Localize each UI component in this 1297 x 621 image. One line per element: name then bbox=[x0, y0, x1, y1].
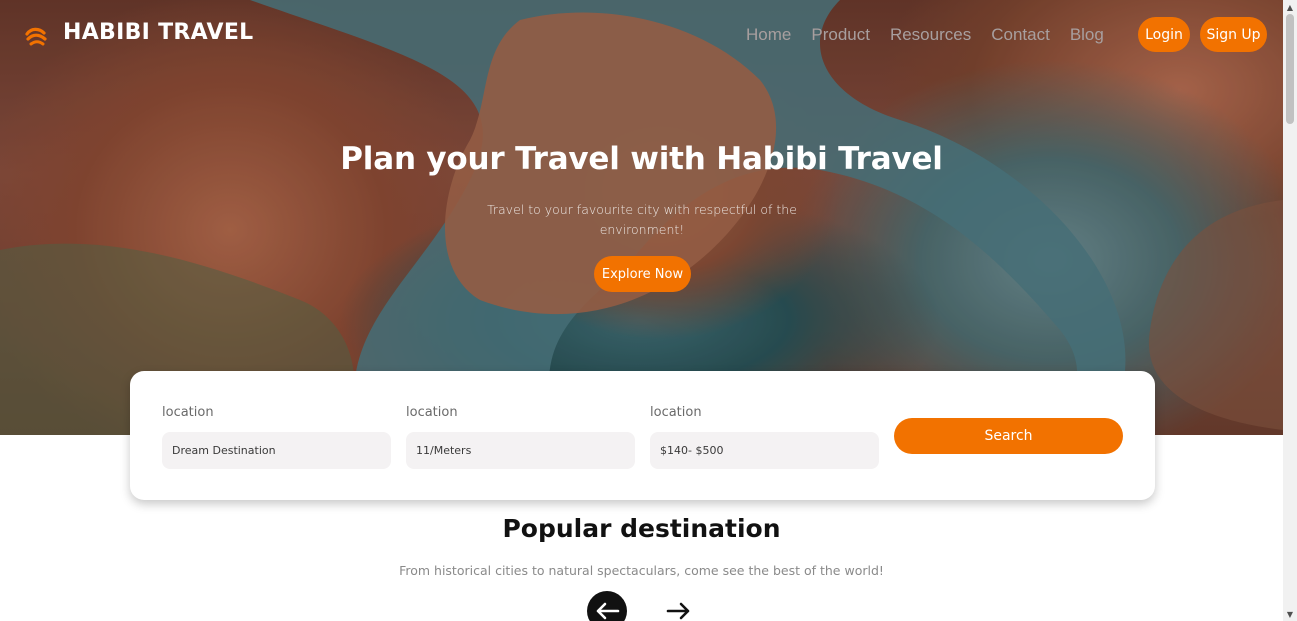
logo-swirl-icon[interactable] bbox=[24, 24, 48, 48]
distance-input[interactable]: 11/Meters bbox=[406, 432, 635, 469]
popular-destination-subtitle: From historical cities to natural specta… bbox=[399, 563, 884, 578]
login-button[interactable]: Login bbox=[1138, 17, 1190, 52]
nav-link-resources[interactable]: Resources bbox=[890, 24, 971, 46]
search-card: location Dream Destination location 11/M… bbox=[130, 371, 1155, 500]
search-button[interactable]: Search bbox=[894, 418, 1123, 454]
destination-input[interactable]: Dream Destination bbox=[162, 432, 391, 469]
carousel-prev-button[interactable] bbox=[587, 591, 627, 621]
nav-link-contact[interactable]: Contact bbox=[991, 24, 1050, 46]
signup-button[interactable]: Sign Up bbox=[1200, 17, 1267, 52]
price-field-group: location $140- $500 bbox=[650, 405, 879, 469]
scrollbar-thumb[interactable] bbox=[1286, 14, 1294, 124]
price-input[interactable]: $140- $500 bbox=[650, 432, 879, 469]
distance-label: location bbox=[406, 405, 458, 420]
scroll-up-icon[interactable]: ▲ bbox=[1283, 0, 1297, 14]
top-navbar: HABIBI TRAVEL Home Product Resources Con… bbox=[0, 0, 1283, 70]
destination-field-group: location Dream Destination bbox=[162, 405, 391, 469]
arrow-right-icon bbox=[666, 602, 690, 620]
explore-now-button[interactable]: Explore Now bbox=[594, 256, 691, 292]
hero-subtitle: Travel to your favourite city with respe… bbox=[487, 202, 797, 237]
page-scrollbar[interactable]: ▲ ▼ bbox=[1283, 0, 1297, 621]
destination-label: location bbox=[162, 405, 214, 420]
nav-link-blog[interactable]: Blog bbox=[1070, 24, 1104, 46]
scroll-down-icon[interactable]: ▼ bbox=[1283, 607, 1297, 621]
nav-link-product[interactable]: Product bbox=[811, 24, 870, 46]
price-label: location bbox=[650, 405, 702, 420]
popular-destination-title: Popular destination bbox=[502, 514, 781, 543]
carousel-next-button[interactable] bbox=[659, 591, 699, 621]
distance-field-group: location 11/Meters bbox=[406, 405, 635, 469]
brand-name[interactable]: HABIBI TRAVEL bbox=[63, 20, 253, 45]
nav-links: Home Product Resources Contact Blog bbox=[746, 24, 1104, 46]
nav-link-home[interactable]: Home bbox=[746, 24, 791, 46]
arrow-left-icon bbox=[596, 602, 620, 620]
hero-title: Plan your Travel with Habibi Travel bbox=[340, 141, 943, 177]
